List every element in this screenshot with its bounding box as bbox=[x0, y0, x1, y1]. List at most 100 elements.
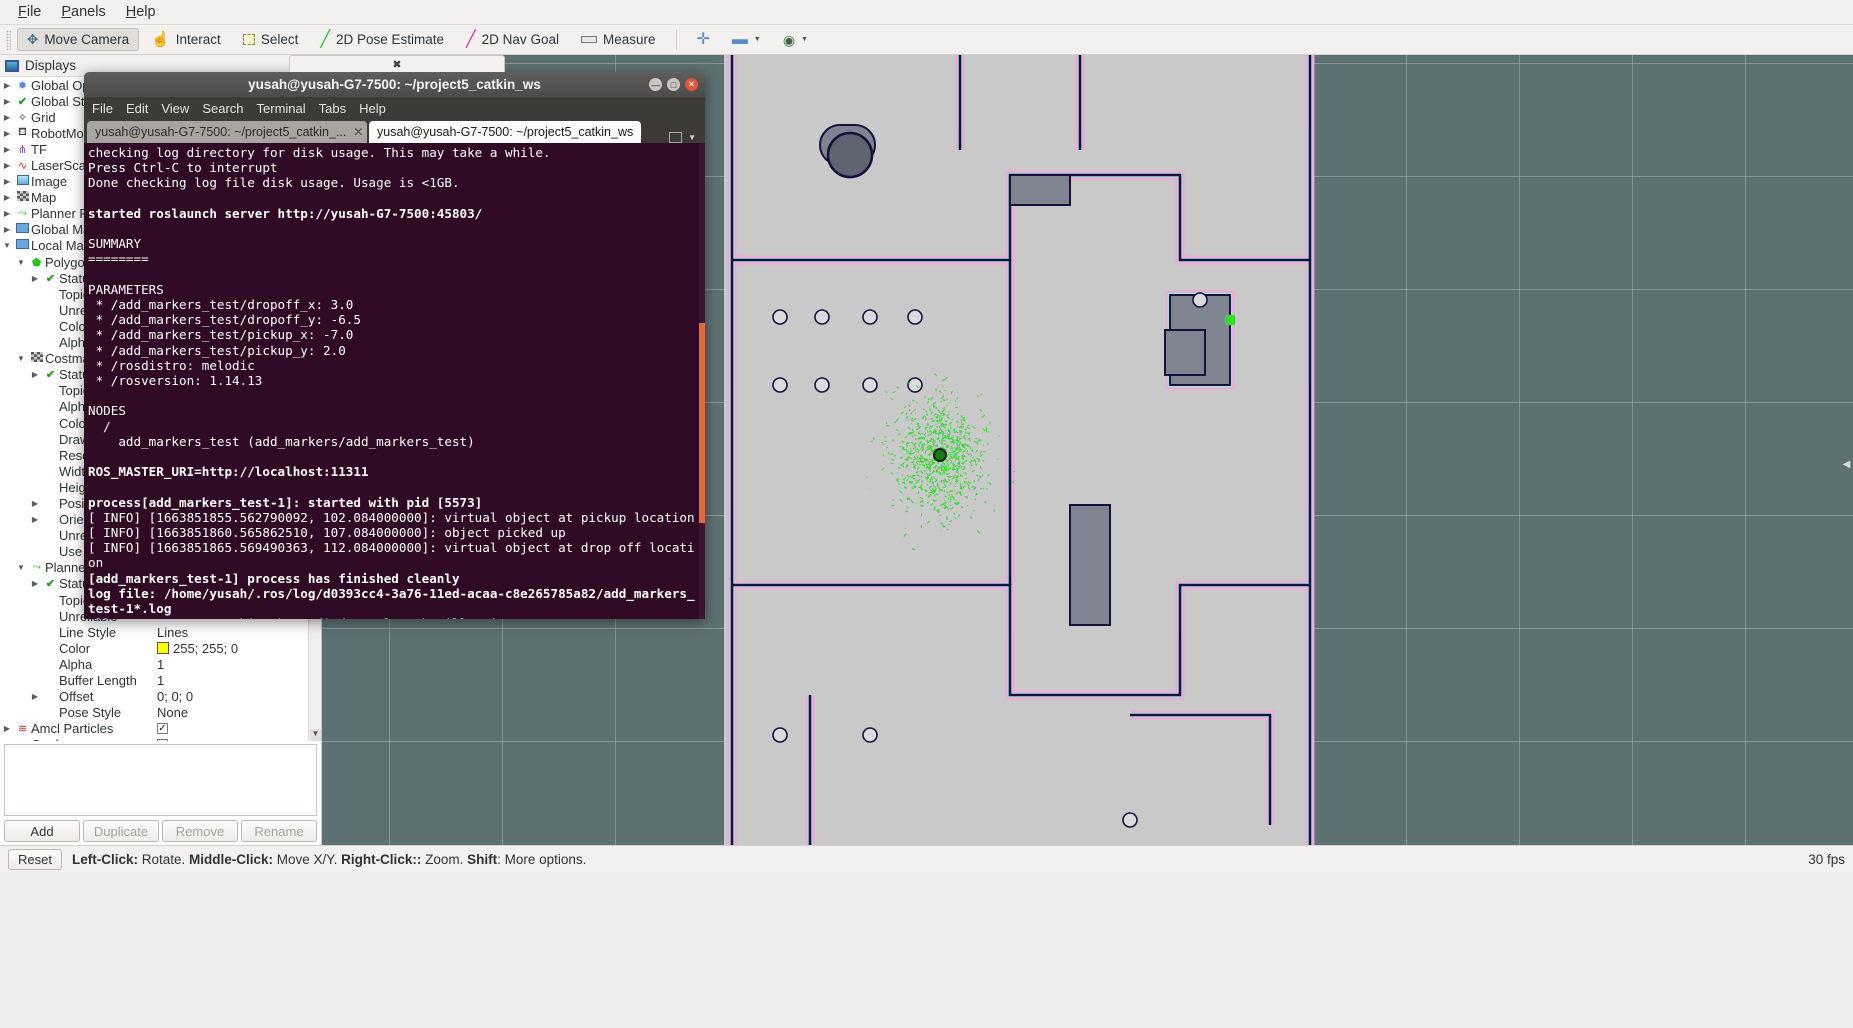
property-value-cell[interactable]: 0; 0; 0 bbox=[155, 689, 321, 704]
display-item[interactable]: ▶➤Goal✓ bbox=[0, 737, 321, 741]
terminal-line: * /add_markers_test/pickup_y: 2.0 bbox=[88, 342, 346, 358]
enable-checkbox[interactable]: ✓ bbox=[157, 739, 168, 741]
scroll-down-button[interactable]: ▼ bbox=[310, 729, 321, 741]
rviz-dock-tab-close[interactable]: ✖ bbox=[289, 55, 505, 72]
chevron-down-icon[interactable]: ▼ bbox=[801, 36, 808, 43]
tool-select[interactable]: Select bbox=[233, 28, 309, 51]
check-icon: ✔ bbox=[45, 369, 56, 382]
chevron-right-icon[interactable]: ▶ bbox=[28, 692, 42, 701]
property-row[interactable]: Line Style Lines bbox=[0, 624, 321, 640]
terminal-window[interactable]: ✖ yusah@yusah-G7-7500: ~/project5_catkin… bbox=[84, 55, 705, 619]
remove-tool-icon: ▬ bbox=[731, 30, 748, 48]
tool-2d-nav-goal[interactable]: ╱ 2D Nav Goal bbox=[456, 28, 569, 52]
terminal-menu-file[interactable]: File bbox=[92, 101, 113, 116]
terminal-scroll-thumb[interactable] bbox=[699, 323, 705, 523]
property-row[interactable]: Pose Style None bbox=[0, 705, 321, 721]
tool-remove[interactable]: ▬ ▼ bbox=[722, 28, 771, 52]
property-value-cell[interactable]: 1 bbox=[155, 673, 321, 688]
chevron-down-icon[interactable]: ▼ bbox=[14, 354, 28, 363]
occupancy-map bbox=[724, 55, 1315, 845]
chevron-right-icon[interactable]: ▶ bbox=[28, 274, 42, 283]
terminal-menu-terminal[interactable]: Terminal bbox=[257, 101, 306, 116]
display-item[interactable]: ▶ ≋ Amcl Particles ✓ bbox=[0, 721, 321, 737]
property-row[interactable]: Buffer Length 1 bbox=[0, 672, 321, 688]
color-swatch[interactable] bbox=[157, 642, 169, 655]
toolbar-grip[interactable] bbox=[6, 29, 11, 50]
terminal-menu-help[interactable]: Help bbox=[359, 101, 386, 116]
chevron-down-icon[interactable]: ▼ bbox=[14, 258, 28, 267]
tool-interact[interactable]: ☝ Interact bbox=[141, 28, 231, 51]
chevron-down-icon[interactable]: ▼ bbox=[14, 563, 28, 572]
tool-label: Measure bbox=[602, 32, 656, 47]
terminal-menu-search[interactable]: Search bbox=[202, 101, 243, 116]
chevron-right-icon[interactable]: ▶ bbox=[28, 515, 42, 524]
close-icon[interactable]: ✕ bbox=[685, 78, 698, 91]
property-row[interactable]: Alpha 1 bbox=[0, 656, 321, 672]
terminal-menu-tabs[interactable]: Tabs bbox=[319, 101, 346, 116]
property-value-cell[interactable]: Lines bbox=[155, 625, 321, 640]
tool-2d-pose-estimate[interactable]: ╱ 2D Pose Estimate bbox=[310, 28, 454, 52]
duplicate-button[interactable]: Duplicate bbox=[83, 820, 159, 842]
chevron-right-icon[interactable]: ▶ bbox=[0, 225, 14, 234]
map-icon bbox=[14, 191, 31, 204]
tool-measure[interactable]: Measure bbox=[571, 28, 666, 51]
group-icon bbox=[14, 223, 31, 236]
menu-panels[interactable]: Panels bbox=[51, 2, 115, 22]
chevron-right-icon[interactable]: ▶ bbox=[0, 161, 14, 170]
terminal-menu-edit[interactable]: Edit bbox=[126, 101, 148, 116]
terminal-line: [add_markers_test-1] process has finishe… bbox=[88, 570, 460, 586]
pose-arrow-icon: ╱ bbox=[320, 30, 330, 48]
chevron-down-icon[interactable]: ▼ bbox=[0, 241, 14, 250]
remove-button[interactable]: Remove bbox=[162, 820, 238, 842]
rename-button[interactable]: Rename bbox=[241, 820, 317, 842]
chevron-right-icon[interactable]: ▶ bbox=[0, 145, 14, 154]
chevron-right-icon[interactable]: ▶ bbox=[0, 97, 14, 106]
chevron-down-icon[interactable]: ▼ bbox=[688, 133, 696, 142]
terminal-titlebar[interactable]: yusah@yusah-G7-7500: ~/project5_catkin_w… bbox=[84, 72, 705, 97]
tool-label: 2D Pose Estimate bbox=[335, 32, 445, 47]
minimize-icon[interactable]: — bbox=[649, 78, 662, 91]
close-icon[interactable]: ✖ bbox=[392, 58, 401, 71]
chevron-right-icon[interactable]: ▶ bbox=[0, 724, 14, 733]
dock-collapse-arrow[interactable]: ◀ bbox=[1842, 447, 1851, 481]
property-value-cell[interactable]: ✓ bbox=[155, 723, 321, 735]
terminal-tab-2[interactable]: yusah@yusah-G7-7500: ~/project5_catkin_w… bbox=[369, 121, 642, 143]
path-icon: ⤳ bbox=[32, 561, 41, 574]
tool-properties[interactable]: ◉ ▼ bbox=[773, 29, 818, 51]
add-button[interactable]: Add bbox=[4, 820, 80, 842]
chevron-down-icon[interactable]: ▼ bbox=[754, 36, 761, 43]
menu-help[interactable]: Help bbox=[116, 2, 166, 22]
chevron-right-icon[interactable]: ▶ bbox=[28, 499, 42, 508]
terminal-scrollbar[interactable] bbox=[699, 143, 705, 619]
chevron-right-icon[interactable]: ▶ bbox=[0, 129, 14, 138]
property-value-cell[interactable]: None bbox=[155, 705, 321, 720]
chevron-right-icon[interactable]: ▶ bbox=[0, 193, 14, 202]
property-value-cell[interactable]: 255; 255; 0 bbox=[155, 641, 321, 656]
chevron-right-icon[interactable]: ▶ bbox=[0, 177, 14, 186]
new-tab-icon[interactable] bbox=[669, 132, 683, 143]
property-row[interactable]: ▶ Offset 0; 0; 0 bbox=[0, 689, 321, 705]
chevron-right-icon[interactable]: ▶ bbox=[0, 81, 14, 90]
tool-move-camera[interactable]: ✥ Move Camera bbox=[17, 28, 140, 51]
terminal-tab-1[interactable]: yusah@yusah-G7-7500: ~/project5_catkin_.… bbox=[87, 121, 367, 143]
chevron-right-icon[interactable]: ▶ bbox=[0, 209, 14, 218]
reset-button[interactable]: Reset bbox=[8, 848, 62, 870]
enable-checkbox[interactable]: ✓ bbox=[157, 723, 168, 735]
close-icon[interactable]: ✕ bbox=[353, 125, 363, 139]
tool-add[interactable]: ✛ bbox=[687, 28, 720, 52]
maximize-icon[interactable]: □ bbox=[667, 78, 680, 91]
chevron-right-icon[interactable]: ▶ bbox=[0, 113, 14, 122]
display-label: Goal bbox=[31, 737, 58, 741]
chevron-right-icon[interactable]: ▶ bbox=[28, 370, 42, 379]
terminal-output[interactable]: checking log directory for disk usage. T… bbox=[84, 143, 705, 619]
menu-file[interactable]: File bbox=[8, 2, 51, 22]
chevron-right-icon[interactable]: ▶ bbox=[28, 579, 42, 588]
property-value-cell[interactable]: 1 bbox=[155, 657, 321, 672]
terminal-menu-view[interactable]: View bbox=[161, 101, 189, 116]
property-row[interactable]: Color 255; 255; 0 bbox=[0, 640, 321, 656]
path-icon: ⤳ bbox=[18, 207, 27, 220]
tool-bar: ✥ Move Camera ☝ Interact Select ╱ 2D Pos… bbox=[0, 25, 1853, 55]
property-value-cell[interactable]: ✓ bbox=[155, 739, 321, 741]
chevron-right-icon[interactable]: ▶ bbox=[0, 740, 14, 741]
